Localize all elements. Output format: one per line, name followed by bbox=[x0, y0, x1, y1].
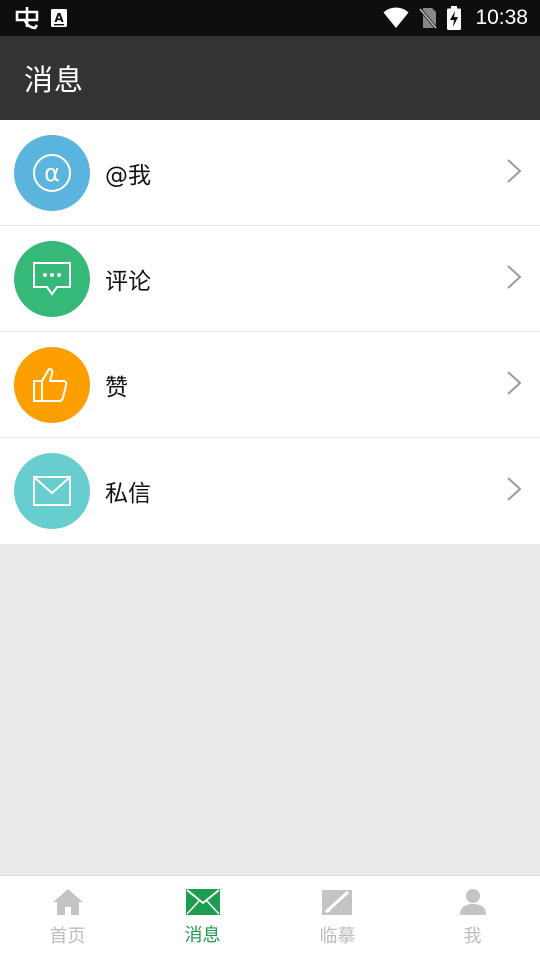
user-icon bbox=[459, 888, 487, 920]
nav-item-me[interactable]: 我 bbox=[405, 876, 540, 960]
bottom-nav: 首页 消息 临摹 我 bbox=[0, 875, 540, 960]
svg-text:A: A bbox=[54, 11, 64, 25]
status-bar: A 10:38 bbox=[0, 0, 540, 36]
no-sim-icon bbox=[419, 7, 438, 29]
list-item-label: 赞 bbox=[105, 374, 128, 401]
wifi-icon bbox=[383, 7, 409, 29]
nav-item-messages[interactable]: 消息 bbox=[135, 876, 270, 960]
comment-icon bbox=[14, 240, 90, 317]
list-item-comments[interactable]: 评论 bbox=[0, 226, 540, 332]
list-item-label: @我 bbox=[105, 162, 151, 189]
nav-label: 消息 bbox=[184, 925, 221, 946]
nav-label: 临摹 bbox=[319, 926, 356, 947]
copy-pen-icon bbox=[321, 888, 354, 920]
nav-label: 首页 bbox=[49, 926, 86, 947]
nav-label: 我 bbox=[463, 926, 482, 947]
at-icon: α bbox=[14, 134, 90, 211]
list-item-label: 私信 bbox=[105, 481, 151, 507]
app-notification-icon bbox=[14, 6, 40, 30]
mail-icon bbox=[14, 453, 90, 529]
home-icon bbox=[52, 888, 84, 920]
status-right-icons: 10:38 bbox=[383, 6, 528, 30]
list-item-likes[interactable]: 赞 bbox=[0, 332, 540, 438]
message-list: α @我 评论 赞 私信 bbox=[0, 120, 540, 544]
mail-icon bbox=[185, 889, 220, 919]
list-item-private-messages[interactable]: 私信 bbox=[0, 438, 540, 544]
app-bar: 消息 bbox=[0, 36, 540, 120]
svg-text:α: α bbox=[44, 159, 60, 187]
chevron-right-icon bbox=[506, 158, 522, 188]
keyboard-a-icon: A bbox=[50, 8, 68, 28]
nav-item-copy[interactable]: 临摹 bbox=[270, 876, 405, 960]
nav-item-home[interactable]: 首页 bbox=[0, 876, 135, 960]
chevron-right-icon bbox=[506, 370, 522, 400]
page-title: 消息 bbox=[24, 63, 85, 97]
list-item-mentions[interactable]: α @我 bbox=[0, 120, 540, 226]
thumbs-up-icon bbox=[14, 346, 90, 423]
status-time: 10:38 bbox=[475, 6, 528, 29]
chevron-right-icon bbox=[506, 476, 522, 506]
battery-charging-icon bbox=[447, 6, 462, 30]
list-item-label: 评论 bbox=[105, 268, 151, 295]
status-left-icons: A bbox=[14, 6, 68, 30]
chevron-right-icon bbox=[506, 264, 522, 294]
